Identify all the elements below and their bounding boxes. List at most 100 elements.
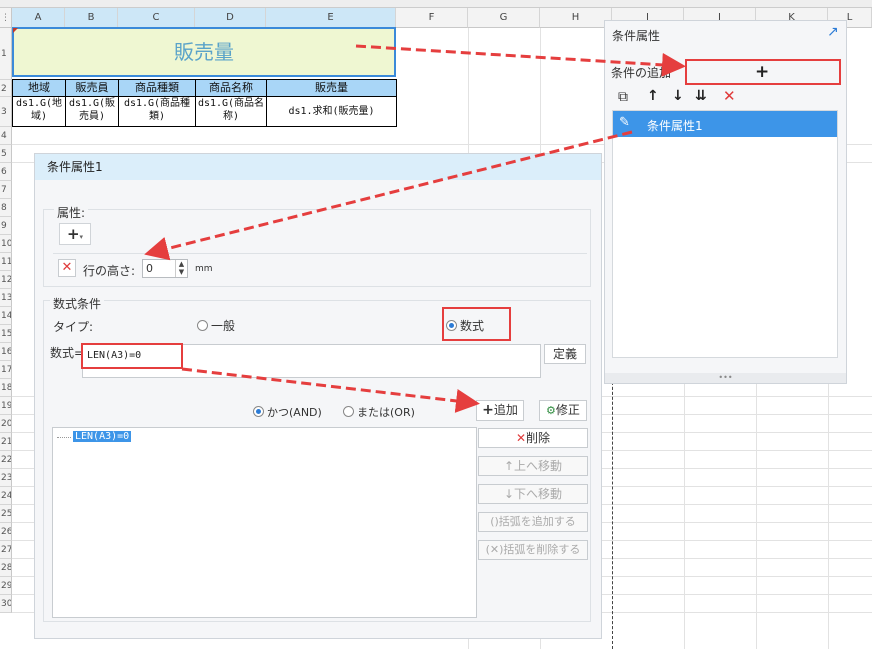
column-header-g[interactable]: G — [468, 8, 540, 28]
type-general-label: 一般 — [211, 319, 236, 333]
move-down-label: 下へ移動 — [514, 487, 563, 501]
row-header-11[interactable]: 11 — [0, 253, 12, 271]
and-label: かつ(AND) — [267, 406, 322, 419]
row-header-1[interactable]: 1 — [0, 28, 12, 80]
panel-resize-handle[interactable]: ••• — [605, 373, 846, 383]
row-header-30[interactable]: 30 — [0, 595, 12, 613]
add-attribute-button[interactable]: +▾ — [59, 223, 91, 245]
data-cell-salesperson[interactable]: ds1.G(販売員) — [66, 97, 119, 127]
modify-icon: ⚙ — [546, 404, 556, 417]
data-cell-product-name[interactable]: ds1.G(商品名称) — [196, 97, 267, 127]
add-condition-button[interactable]: + — [685, 59, 841, 85]
add-parenthesis-button[interactable]: ()括弧を追加する — [478, 512, 588, 532]
arrow-down-icon[interactable]: ↓ — [672, 88, 684, 104]
move-down-button[interactable]: ↓下へ移動 — [478, 484, 588, 504]
type-formula-label: 数式 — [460, 319, 485, 333]
row-header-24[interactable]: 24 — [0, 487, 12, 505]
arrow-up-icon: ↑ — [503, 459, 515, 473]
row-header-2[interactable]: 2 — [0, 80, 12, 97]
column-header-a[interactable]: A — [12, 8, 65, 28]
row-header-13[interactable]: 13 — [0, 289, 12, 307]
data-cell-product-type[interactable]: ds1.G(商品種類) — [119, 97, 196, 127]
row-header-19[interactable]: 19 — [0, 397, 12, 415]
type-general-radio[interactable]: 一般 — [197, 317, 235, 334]
row-height-value: 0 — [146, 262, 153, 275]
condition-clause-list[interactable]: LEN(A3)=0 — [52, 427, 477, 618]
column-header-e[interactable]: E — [266, 8, 396, 28]
row-header-26[interactable]: 26 — [0, 523, 12, 541]
formula-condition-label: 数式条件 — [50, 295, 105, 312]
column-header-h[interactable]: H — [540, 8, 612, 28]
move-up-button[interactable]: ↑上へ移動 — [478, 456, 588, 476]
remove-parenthesis-button[interactable]: (✕)括弧を削除する — [478, 540, 588, 560]
row-header-14[interactable]: 14 — [0, 307, 12, 325]
and-radio[interactable]: かつ(AND) — [253, 404, 322, 420]
data-cell-sales[interactable]: ds1.求和(販売量) — [267, 97, 397, 127]
report-title-cell[interactable]: 販売量 — [12, 27, 396, 77]
row-header-18[interactable]: 18 — [0, 379, 12, 397]
column-header-c[interactable]: C — [118, 8, 195, 28]
row-height-input[interactable]: 0 ▲ ▼ — [142, 259, 188, 278]
formula-value: LEN(A3)=0 — [87, 350, 142, 361]
row-header-22[interactable]: 22 — [0, 451, 12, 469]
header-cell-sales[interactable]: 販売量 — [267, 80, 397, 97]
plus-icon: + — [482, 402, 494, 418]
delete-icon[interactable]: ✕ — [723, 87, 736, 105]
condition-item-label: 条件属性1 — [647, 119, 703, 133]
row-header-28[interactable]: 28 — [0, 559, 12, 577]
row-header-8[interactable]: 8 — [0, 199, 12, 217]
row-header-10[interactable]: 10 — [0, 235, 12, 253]
row-header-15[interactable]: 15 — [0, 325, 12, 343]
attribute-label: 属性: — [54, 204, 89, 221]
column-header-d[interactable]: D — [195, 8, 266, 28]
remove-row-height-icon[interactable]: ✕ — [58, 259, 76, 277]
radio-button — [197, 320, 208, 331]
delete-button[interactable]: ✕削除 — [478, 428, 588, 448]
expand-icon[interactable]: ↗ — [827, 24, 839, 40]
row-header-3[interactable]: 3 — [0, 97, 12, 127]
copy-icon[interactable]: ⧉ — [618, 89, 628, 105]
row-header-21[interactable]: 21 — [0, 433, 12, 451]
header-cell-product-name[interactable]: 商品名称 — [196, 80, 267, 97]
header-cell-product-type[interactable]: 商品種類 — [119, 80, 196, 97]
row-header-23[interactable]: 23 — [0, 469, 12, 487]
data-cell-region[interactable]: ds1.G(地域) — [13, 97, 66, 127]
or-radio[interactable]: または(OR) — [343, 404, 415, 420]
row-header-25[interactable]: 25 — [0, 505, 12, 523]
row-header-27[interactable]: 27 — [0, 541, 12, 559]
row-header-6[interactable]: 6 — [0, 163, 12, 181]
parenthesis-icon: () — [490, 515, 499, 528]
top-toolbar-strip — [0, 0, 872, 8]
row-header-20[interactable]: 20 — [0, 415, 12, 433]
header-cell-salesperson[interactable]: 販売員 — [66, 80, 119, 97]
move-bottom-icon[interactable]: ⇊ — [695, 88, 707, 104]
add-condition-clause-button[interactable]: +追加 — [476, 400, 524, 421]
row-header-7[interactable]: 7 — [0, 181, 12, 199]
formula-value-highlight: LEN(A3)=0 — [81, 343, 183, 369]
column-header-f[interactable]: F — [396, 8, 468, 28]
type-label: タイプ: — [53, 320, 94, 334]
define-button[interactable]: 定義 — [544, 344, 586, 364]
modify-button[interactable]: ⚙修正 — [539, 400, 587, 421]
condition-list: ✎ 条件属性1 — [612, 110, 838, 358]
tree-connector — [57, 437, 71, 438]
sheet-corner[interactable]: ⋮ — [0, 8, 12, 28]
add-label: 追加 — [493, 403, 518, 417]
column-header-b[interactable]: B — [65, 8, 118, 28]
row-header-9[interactable]: 9 — [0, 217, 12, 235]
header-cell-region[interactable]: 地域 — [13, 80, 66, 97]
row-header-16[interactable]: 16 — [0, 343, 12, 361]
condition-list-item[interactable]: ✎ 条件属性1 — [613, 111, 837, 137]
move-up-label: 上へ移動 — [514, 459, 563, 473]
row-header-17[interactable]: 17 — [0, 361, 12, 379]
type-formula-radio[interactable]: 数式 — [446, 317, 484, 334]
edit-pencil-icon[interactable]: ✎ — [619, 115, 630, 130]
arrow-up-icon[interactable]: ↑ — [647, 88, 659, 104]
row-header-29[interactable]: 29 — [0, 577, 12, 595]
spinner-icon[interactable]: ▲ ▼ — [175, 260, 187, 277]
conditional-attribute-panel: 条件属性 ↗ 条件の追加 + ⧉ ↑ ↓ ⇊ ✕ ✎ 条件属性1 ••• — [604, 20, 847, 384]
row-header-5[interactable]: 5 — [0, 145, 12, 163]
clause-list-item[interactable]: LEN(A3)=0 — [73, 431, 132, 442]
row-header-12[interactable]: 12 — [0, 271, 12, 289]
row-header-4[interactable]: 4 — [0, 127, 12, 145]
